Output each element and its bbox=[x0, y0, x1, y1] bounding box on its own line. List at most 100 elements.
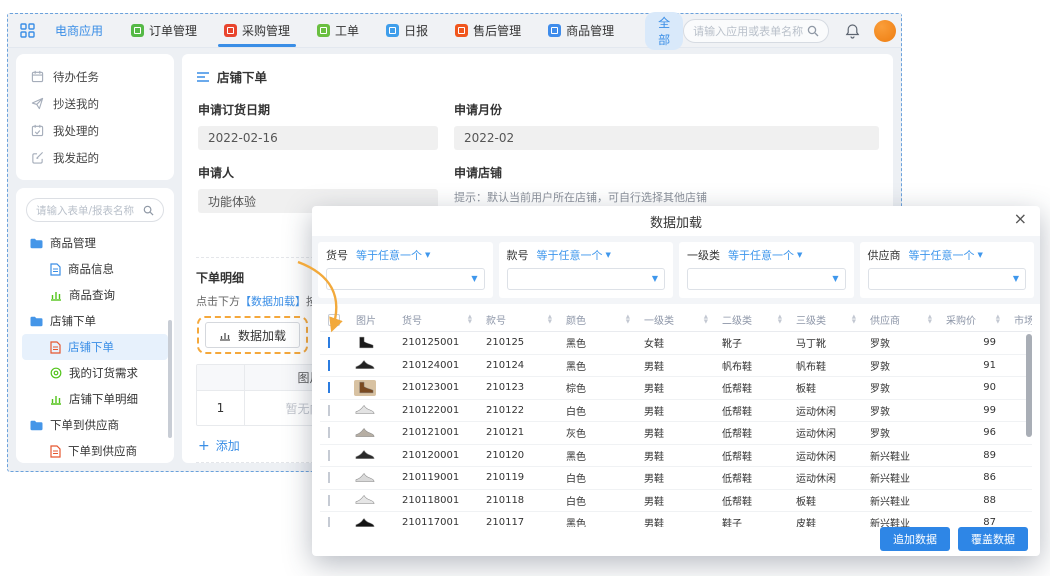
notification-bell-icon[interactable] bbox=[845, 23, 860, 39]
nav-item-售后管理[interactable]: 售后管理 bbox=[455, 14, 521, 47]
row-checkbox[interactable] bbox=[328, 517, 330, 527]
form-search-input[interactable]: 请输入表单/报表名称 bbox=[26, 198, 164, 222]
purchase-price-cell: 91 bbox=[938, 360, 1006, 371]
filter-value-select[interactable]: ▼ bbox=[868, 268, 1027, 290]
table-scrollbar[interactable] bbox=[1026, 334, 1032, 437]
field-label: 申请人 bbox=[198, 164, 438, 181]
apps-grid-icon[interactable] bbox=[20, 23, 35, 38]
table-row-210124001[interactable]: 210124001210124黑色男鞋帆布鞋帆布鞋罗敦91 bbox=[320, 355, 1032, 378]
overwrite-data-button[interactable]: 覆盖数据 bbox=[958, 527, 1028, 551]
filter-operator-dropdown[interactable]: 等于任意一个▼ bbox=[728, 247, 802, 263]
row-checkbox[interactable] bbox=[328, 495, 330, 506]
sidebar-item-抄送我的[interactable]: 抄送我的 bbox=[16, 90, 174, 117]
nav-all-pill[interactable]: 全部 bbox=[645, 12, 683, 50]
tree-item-店铺下单[interactable]: 店铺下单 bbox=[22, 334, 168, 360]
sort-icon[interactable]: ▲▼ bbox=[996, 315, 1000, 324]
filter-operator-dropdown[interactable]: 等于任意一个▼ bbox=[909, 247, 983, 263]
product-image bbox=[354, 425, 376, 441]
sidebar-item-我发起的[interactable]: 我发起的 bbox=[16, 144, 174, 171]
filter-value-select[interactable]: ▼ bbox=[507, 268, 666, 290]
plus-icon: + bbox=[198, 439, 210, 453]
app-name[interactable]: 电商应用 bbox=[55, 22, 103, 39]
product-image bbox=[354, 447, 376, 463]
user-avatar[interactable] bbox=[874, 20, 896, 42]
data-load-button-label: 数据加载 bbox=[238, 327, 286, 344]
tree-item-店铺下单[interactable]: 店铺下单 bbox=[22, 308, 168, 334]
nav-item-订单管理[interactable]: 订单管理 bbox=[131, 14, 197, 47]
sort-icon[interactable]: ▲▼ bbox=[852, 315, 856, 324]
table-row-210123001[interactable]: 210123001210123棕色男鞋低帮鞋板鞋罗敦90 bbox=[320, 377, 1032, 400]
table-row-210118001[interactable]: 210118001210118白色男鞋低帮鞋板鞋新兴鞋业88 bbox=[320, 490, 1032, 513]
screenshot-root: 电商应用 订单管理采购管理工单日报售后管理商品管理 全部 请输入应用或表单名称 … bbox=[0, 0, 1050, 576]
sidebar-item-待办任务[interactable]: 待办任务 bbox=[16, 63, 174, 90]
sort-icon[interactable]: ▲▼ bbox=[626, 315, 630, 324]
table-row-210125001[interactable]: 210125001210125黑色女鞋靴子马丁靴罗敦99 bbox=[320, 332, 1032, 355]
product-image-cell bbox=[348, 425, 394, 441]
color-cell: 黑色 bbox=[558, 358, 636, 373]
month-input[interactable]: 2022-02 bbox=[454, 126, 879, 150]
column-header-货号: 货号▲▼ bbox=[394, 312, 478, 327]
row-checkbox-cell bbox=[320, 360, 348, 371]
nav-item-商品管理[interactable]: 商品管理 bbox=[548, 14, 614, 47]
nav-item-日报[interactable]: 日报 bbox=[386, 14, 428, 47]
filter-operator-dropdown[interactable]: 等于任意一个▼ bbox=[356, 247, 430, 263]
filter-value-select[interactable]: ▼ bbox=[326, 268, 485, 290]
table-row-210122001[interactable]: 210122001210122白色男鞋低帮鞋运动休闲罗敦99 bbox=[320, 400, 1032, 423]
column-header-供应商: 供应商▲▼ bbox=[862, 312, 938, 327]
field-month: 申请月份 2022-02 bbox=[454, 101, 879, 164]
cat3-cell: 皮鞋 bbox=[788, 515, 862, 527]
data-load-button[interactable]: 数据加载 bbox=[205, 322, 300, 348]
filter-operator-dropdown[interactable]: 等于任意一个▼ bbox=[537, 247, 611, 263]
row-checkbox[interactable] bbox=[328, 382, 330, 393]
item-no-cell: 210121001 bbox=[394, 427, 478, 438]
tree-item-店铺下单明细[interactable]: 店铺下单明细 bbox=[22, 386, 168, 412]
item-no-cell: 210123001 bbox=[394, 382, 478, 393]
sidebar-item-我处理的[interactable]: 我处理的 bbox=[16, 117, 174, 144]
row-checkbox[interactable] bbox=[328, 472, 330, 483]
add-row-link[interactable]: + 添加 bbox=[198, 437, 240, 454]
sort-icon[interactable]: ▲▼ bbox=[928, 315, 932, 324]
row-checkbox[interactable] bbox=[328, 427, 330, 438]
sort-icon[interactable]: ▲▼ bbox=[704, 315, 708, 324]
row-checkbox[interactable] bbox=[328, 337, 330, 348]
sidebar-scrollbar[interactable] bbox=[168, 320, 172, 438]
add-row-label: 添加 bbox=[216, 437, 240, 454]
page-header: 店铺下单 bbox=[196, 67, 879, 86]
cat2-cell: 低帮鞋 bbox=[714, 425, 788, 440]
row-checkbox[interactable] bbox=[328, 405, 330, 416]
table-row-210117001[interactable]: 210117001210117黑色男鞋鞋子皮鞋新兴鞋业87 bbox=[320, 512, 1032, 527]
table-row-210119001[interactable]: 210119001210119白色男鞋低帮鞋运动休闲新兴鞋业86 bbox=[320, 467, 1032, 490]
tree-item-商品管理[interactable]: 商品管理 bbox=[22, 230, 168, 256]
search-icon bbox=[807, 25, 819, 37]
tree-item-下单到供应商[interactable]: 下单到供应商 bbox=[22, 438, 168, 463]
sort-icon[interactable]: ▲▼ bbox=[548, 315, 552, 324]
select-all-checkbox[interactable] bbox=[328, 314, 340, 326]
tree-item-下单到供应商[interactable]: 下单到供应商 bbox=[22, 412, 168, 438]
append-data-button[interactable]: 追加数据 bbox=[880, 527, 950, 551]
style-no-cell: 210122 bbox=[478, 405, 558, 416]
nav-item-采购管理[interactable]: 采购管理 bbox=[224, 14, 290, 47]
close-icon[interactable]: × bbox=[1014, 211, 1027, 227]
top-nav: 订单管理采购管理工单日报售后管理商品管理 bbox=[131, 14, 641, 47]
sort-icon[interactable]: ▲▼ bbox=[468, 315, 472, 324]
item-no-cell: 210119001 bbox=[394, 472, 478, 483]
product-image-cell bbox=[348, 380, 394, 396]
column-header-label: 颜色 bbox=[566, 312, 586, 327]
tree-item-商品查询[interactable]: 商品查询 bbox=[22, 282, 168, 308]
app-search-input[interactable]: 请输入应用或表单名称 bbox=[683, 19, 829, 43]
cat1-cell: 男鞋 bbox=[636, 515, 714, 527]
tree-item-我的订货需求[interactable]: 我的订货需求 bbox=[22, 360, 168, 386]
order-date-input[interactable]: 2022-02-16 bbox=[198, 126, 438, 150]
collapse-menu-icon[interactable] bbox=[196, 71, 210, 83]
product-image bbox=[354, 402, 376, 418]
purchase-price-cell: 99 bbox=[938, 405, 1006, 416]
row-checkbox[interactable] bbox=[328, 360, 330, 371]
table-row-210120001[interactable]: 210120001210120黑色男鞋低帮鞋运动休闲新兴鞋业89 bbox=[320, 445, 1032, 468]
row-checkbox[interactable] bbox=[328, 450, 330, 461]
table-row-210121001[interactable]: 210121001210121灰色男鞋低帮鞋运动休闲罗敦96 bbox=[320, 422, 1032, 445]
sort-icon[interactable]: ▲▼ bbox=[778, 315, 782, 324]
form-tree-panel: 请输入表单/报表名称 商品管理商品信息商品查询店铺下单店铺下单我的订货需求店铺下… bbox=[16, 188, 174, 463]
filter-value-select[interactable]: ▼ bbox=[687, 268, 846, 290]
tree-item-商品信息[interactable]: 商品信息 bbox=[22, 256, 168, 282]
nav-item-工单[interactable]: 工单 bbox=[317, 14, 359, 47]
